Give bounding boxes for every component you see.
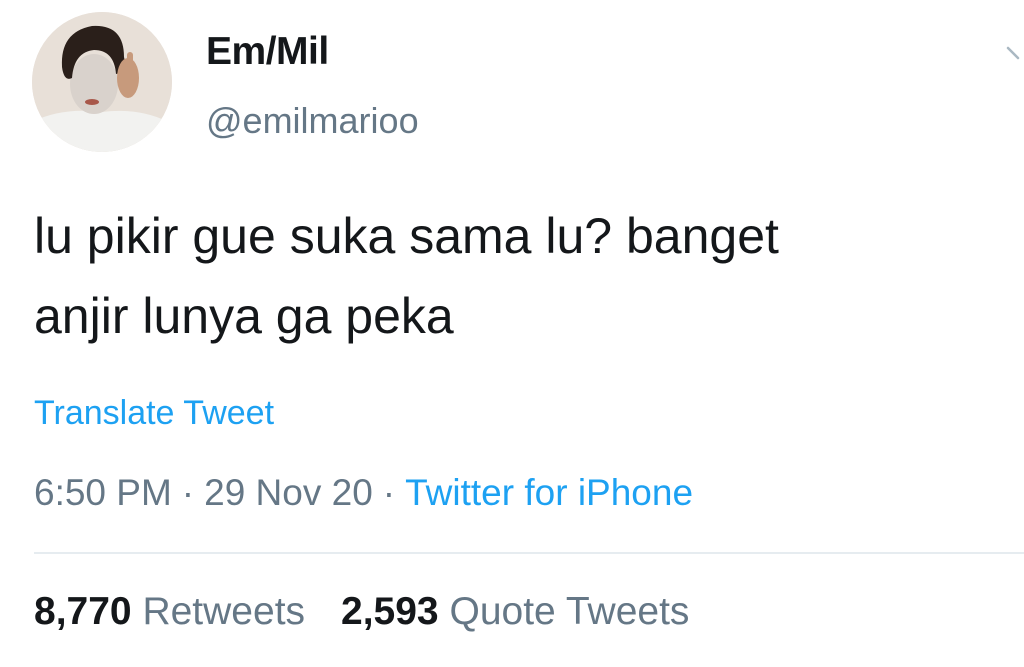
retweets-stat[interactable]: 8,770 Retweets	[34, 590, 305, 634]
meta-separator: ·	[382, 472, 396, 513]
tweet-stats: 8,770 Retweets 2,593 Quote Tweets	[34, 590, 725, 634]
divider	[34, 552, 1024, 554]
quote-tweets-stat[interactable]: 2,593 Quote Tweets	[341, 590, 689, 634]
avatar-photo	[32, 12, 172, 152]
tweet-meta: 6:50 PM · 29 Nov 20 · Twitter for iPhone	[34, 472, 693, 514]
tweet-text-line: anjir lunya ga peka	[34, 288, 454, 344]
translate-tweet-link[interactable]: Translate Tweet	[34, 394, 274, 433]
tweet-text: lu pikir gue suka sama lu? banget anjir …	[34, 196, 1014, 356]
tweet-date[interactable]: 29 Nov 20	[204, 472, 373, 513]
display-name[interactable]: Em/Mil	[206, 30, 329, 74]
tweet-source-link[interactable]: Twitter for iPhone	[405, 472, 693, 513]
quote-tweets-count: 2,593	[341, 590, 439, 633]
chevron-down-icon[interactable]	[1006, 42, 1024, 68]
meta-separator: ·	[181, 472, 195, 513]
avatar[interactable]	[32, 12, 172, 152]
retweets-count: 8,770	[34, 590, 132, 633]
quote-tweets-label: Quote Tweets	[449, 590, 690, 633]
retweets-label: Retweets	[142, 590, 306, 633]
tweet-time[interactable]: 6:50 PM	[34, 472, 172, 513]
tweet-text-line: lu pikir gue suka sama lu? banget	[34, 208, 779, 264]
user-handle[interactable]: @emilmarioo	[206, 100, 419, 142]
